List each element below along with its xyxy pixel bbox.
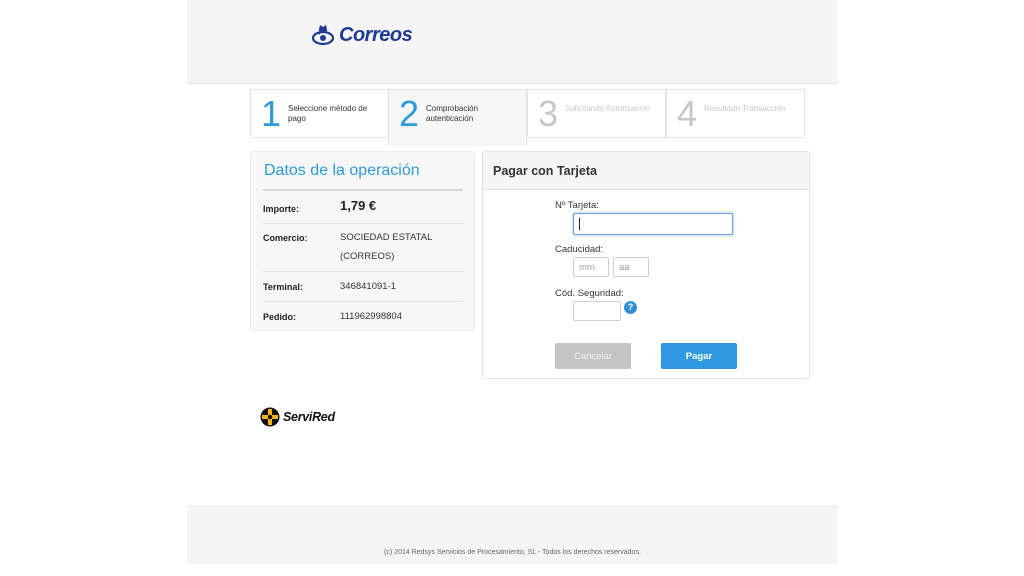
brand-logo: Correos: [311, 22, 413, 48]
step-label: Solicitando Autorización: [565, 104, 650, 113]
terminal-row: Terminal: 346841091-1: [263, 272, 463, 302]
step-1: 1 Seleccione método de pago: [250, 89, 389, 138]
expiry-month-input[interactable]: [573, 257, 609, 277]
merchant-value: SOCIEDAD ESTATAL (CORREOS): [340, 232, 433, 262]
step-number: 3: [538, 93, 559, 134]
cancel-button[interactable]: Cancelar: [555, 343, 631, 369]
order-row: Pedido: 111962998804: [263, 302, 463, 330]
order-label: Pedido:: [263, 312, 296, 322]
pay-button[interactable]: Pagar: [661, 343, 737, 369]
progress-steps: 1 Seleccione método de pago 2 Comprobaci…: [250, 89, 807, 146]
crown-horn-icon: [311, 25, 335, 46]
security-code-label: Cód. Seguridad:: [555, 288, 624, 299]
card-payment-panel: Pagar con Tarjeta Nº Tarjeta: Caducidad:…: [482, 151, 810, 379]
expiry-label: Caducidad:: [555, 244, 604, 255]
amount-label: Importe:: [263, 204, 299, 214]
order-value: 111962998804: [340, 311, 402, 322]
operation-details-panel: Datos de la operación Importe: 1,79 € Co…: [250, 151, 475, 331]
step-4: 4 Resultado Transacción: [666, 89, 805, 138]
terminal-value: 346841091-1: [340, 281, 396, 292]
amount-value: 1,79 €: [340, 198, 377, 213]
brand-name: Correos: [339, 23, 413, 46]
step-number: 1: [261, 93, 282, 134]
step-label: Resultado Transacción: [704, 104, 786, 113]
panel-header: Pagar con Tarjeta: [483, 152, 809, 190]
help-icon[interactable]: ?: [624, 301, 637, 314]
terminal-label: Terminal:: [263, 282, 303, 292]
operation-title: Datos de la operación: [264, 162, 420, 179]
panel-title: Pagar con Tarjeta: [493, 164, 597, 178]
servired-logo-icon: [260, 407, 280, 427]
step-3: 3 Solicitando Autorización: [527, 89, 666, 138]
step-number: 2: [399, 93, 420, 134]
expiry-year-input[interactable]: [613, 257, 649, 277]
merchant-label: Comercio:: [263, 233, 308, 243]
step-label: Seleccione método de pago: [288, 104, 368, 123]
step-label: Comprobación autenticación: [426, 104, 479, 123]
page: Correos 1 Seleccione método de pago 2 Co…: [187, 0, 838, 576]
footer: (c) 2014 Redsys Servicios de Procesamien…: [187, 506, 838, 564]
amount-row: Importe: 1,79 €: [263, 196, 463, 224]
step-number: 4: [677, 93, 698, 134]
merchant-row: Comercio: SOCIEDAD ESTATAL (CORREOS): [263, 224, 463, 272]
header: Correos: [187, 0, 838, 84]
security-code-input[interactable]: [573, 301, 621, 321]
copyright-text: (c) 2014 Redsys Servicios de Procesamien…: [384, 549, 641, 556]
servired-name: ServiRed: [283, 410, 335, 424]
step-2: 2 Comprobación autenticación: [388, 89, 527, 146]
card-number-input[interactable]: [573, 213, 733, 235]
text-caret: [579, 218, 580, 230]
divider: [263, 189, 463, 191]
card-number-label: Nº Tarjeta:: [555, 200, 599, 211]
servired-logo: ServiRed: [260, 407, 335, 427]
